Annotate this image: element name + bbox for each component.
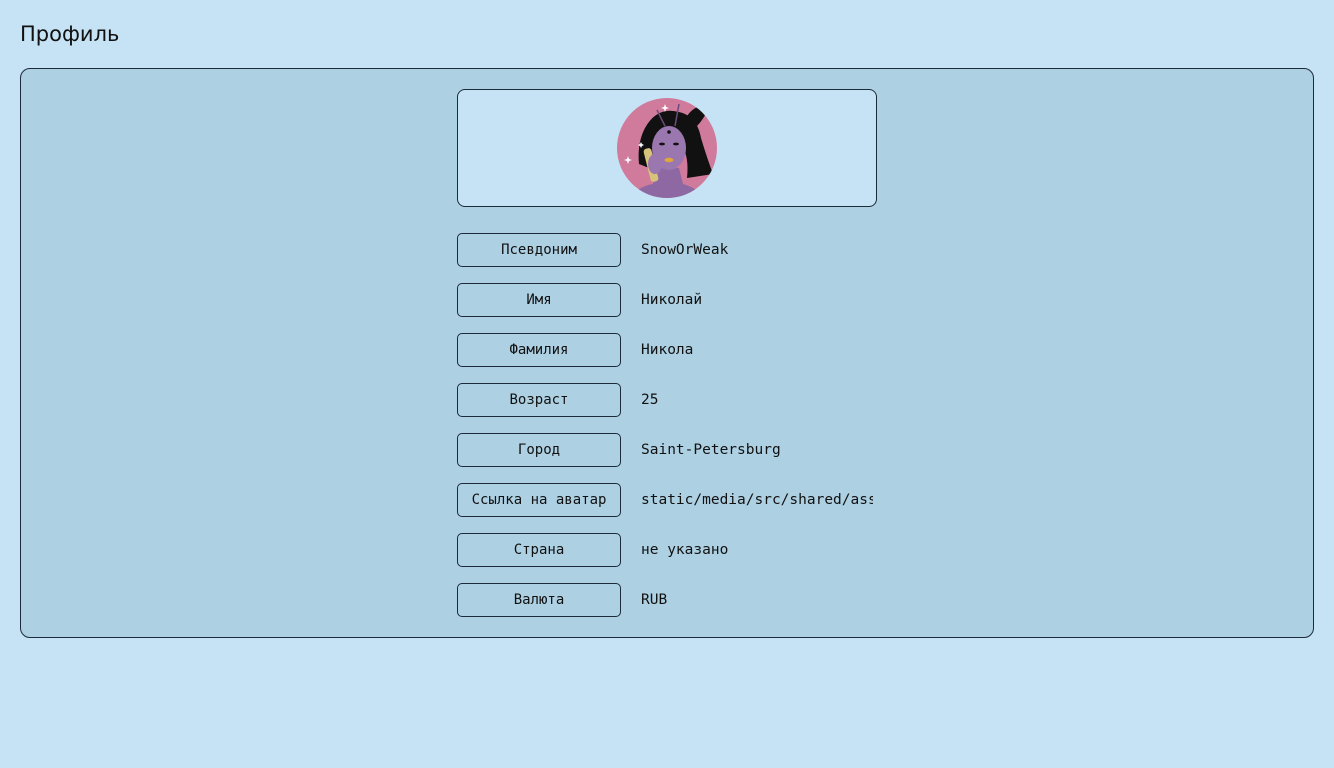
avatar-image <box>617 98 717 198</box>
field-value-currency: RUB <box>641 592 668 608</box>
field-row-last-name: Фамилия Никола <box>457 333 887 367</box>
field-value-country: не указано <box>641 542 729 558</box>
field-row-avatar-link: Ссылка на аватар static/media/src/shared… <box>457 483 887 517</box>
field-value-nickname: SnowOrWeak <box>641 242 729 258</box>
field-row-nickname: Псевдоним SnowOrWeak <box>457 233 887 267</box>
field-row-age: Возраст 25 <box>457 383 887 417</box>
field-value-avatar-link: static/media/src/shared/assets <box>641 492 873 508</box>
profile-card: Псевдоним SnowOrWeak Имя Николай Фамилия… <box>20 68 1314 638</box>
field-label-last-name: Фамилия <box>457 333 621 367</box>
field-value-last-name: Никола <box>641 342 694 358</box>
field-label-first-name: Имя <box>457 283 621 317</box>
field-row-first-name: Имя Николай <box>457 283 887 317</box>
field-value-city: Saint-Petersburg <box>641 442 781 458</box>
page-title: Профиль <box>20 22 120 46</box>
field-label-nickname: Псевдоним <box>457 233 621 267</box>
field-row-currency: Валюта RUB <box>457 583 887 617</box>
field-label-country: Страна <box>457 533 621 567</box>
field-label-city: Город <box>457 433 621 467</box>
field-row-city: Город Saint-Petersburg <box>457 433 887 467</box>
field-value-first-name: Николай <box>641 292 703 308</box>
field-row-country: Страна не указано <box>457 533 887 567</box>
field-label-currency: Валюта <box>457 583 621 617</box>
field-label-avatar-link: Ссылка на аватар <box>457 483 621 517</box>
avatar-container <box>457 89 877 207</box>
field-label-age: Возраст <box>457 383 621 417</box>
field-value-age: 25 <box>641 392 659 408</box>
